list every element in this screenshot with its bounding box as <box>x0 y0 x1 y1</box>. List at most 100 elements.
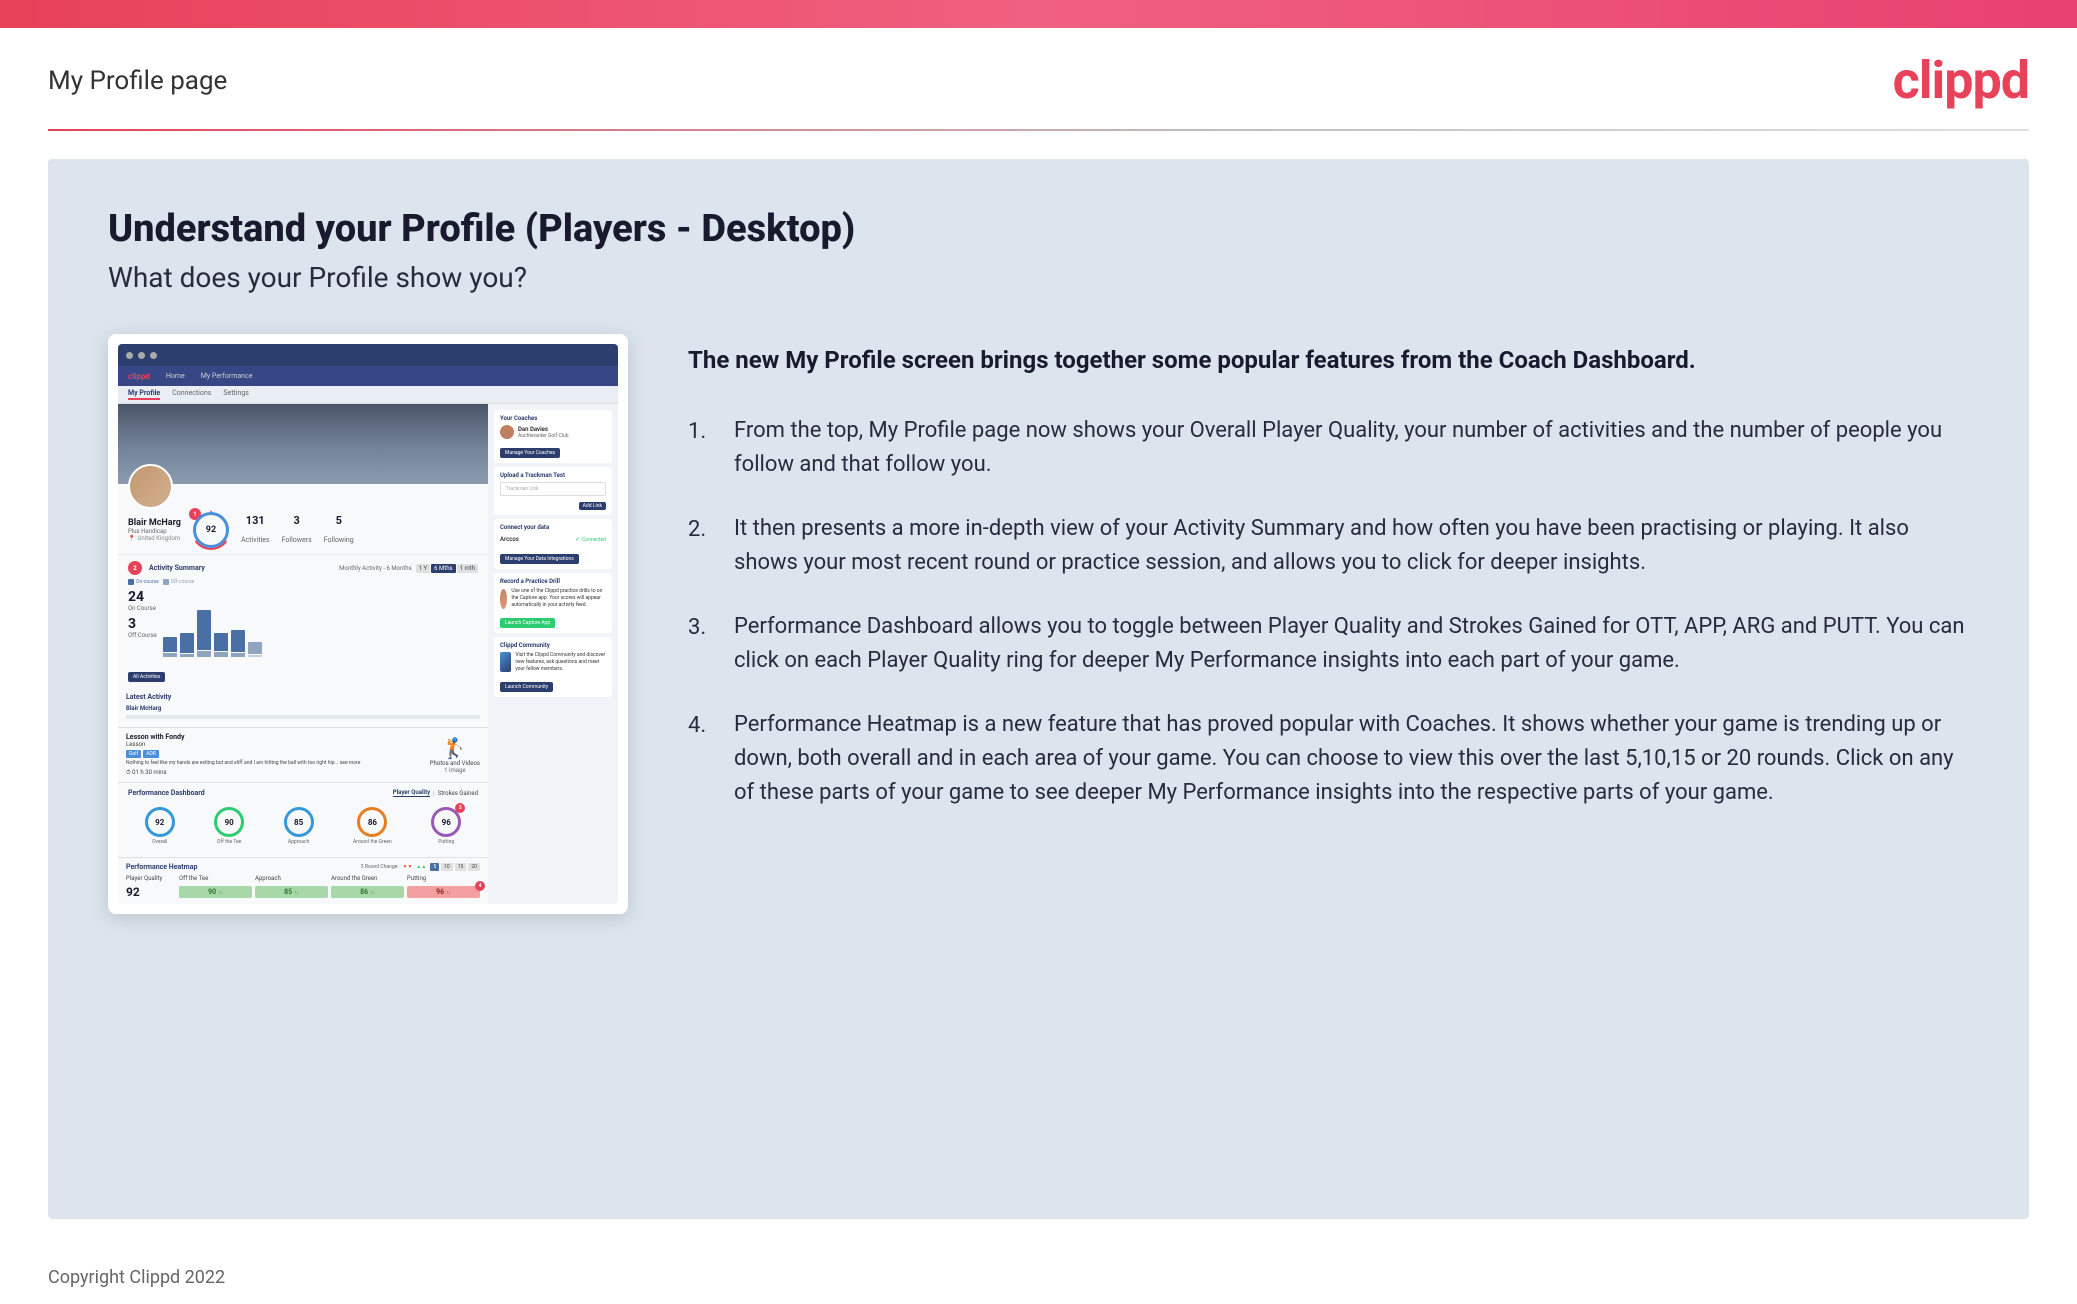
toggle-player-quality[interactable]: Player Quality <box>393 789 430 797</box>
all-activities-btn[interactable]: All Activities <box>128 672 165 682</box>
player-info-row: Blair McHarg Plus Handicap 📍 United King… <box>118 484 488 554</box>
profile-sub-nav: My Profile Connections Settings <box>118 386 618 404</box>
ctrl-15[interactable]: 15 <box>455 863 467 871</box>
lesson-info: Lesson with Fondy Lesson Golf ADR Nothin… <box>126 733 360 777</box>
subnav-my-profile[interactable]: My Profile <box>128 389 160 400</box>
tab-1m[interactable]: 1 mth <box>457 564 478 573</box>
content-grid: clippd Home My Performance My Profile Co… <box>108 334 1969 914</box>
right-content: The new My Profile screen brings togethe… <box>688 334 1969 810</box>
ctrl-10[interactable]: 10 <box>441 863 453 871</box>
hm-putting-cell[interactable]: 96 ↑↓ 4 <box>407 886 480 898</box>
toggle-strokes-gained[interactable]: Strokes Gained <box>438 790 478 797</box>
connect-card: Connect your data Arccos ✓ Connected Man… <box>494 519 612 569</box>
player-details: Blair McHarg Plus Handicap 📍 United King… <box>128 518 181 542</box>
5-round-label: 5 Round Change: <box>361 864 399 870</box>
coach-info: Dan Davies Auchterarder Golf Club <box>500 425 606 439</box>
drill-description: Use one of the Clippd practice drills to… <box>511 588 606 609</box>
ring-approach[interactable]: 85 <box>284 807 314 837</box>
ring-around-green[interactable]: 86 <box>357 807 387 837</box>
browser-dot-1 <box>126 352 133 359</box>
item-num-3: 3. <box>688 610 718 645</box>
badge-3: 3 <box>455 803 465 813</box>
mockup-two-col: Blair McHarg Plus Handicap 📍 United King… <box>118 404 618 904</box>
bar-on-3 <box>197 610 211 650</box>
hm-off-tee-label: Off the Tee <box>179 875 252 882</box>
ctrl-20[interactable]: 20 <box>468 863 480 871</box>
perf-toggle: Player Quality | Strokes Gained <box>393 789 478 797</box>
launch-community-btn[interactable]: Launch Community <box>500 682 553 692</box>
perf-off-tee: 90 Off the Tee <box>214 807 244 845</box>
item-num-1: 1. <box>688 414 718 449</box>
card-subheading: What does your Profile show you? <box>108 261 1969 294</box>
trackman-input[interactable]: Trackman Link <box>500 482 606 496</box>
coach-avatar <box>500 425 514 439</box>
on-course-label: On Course <box>128 605 157 612</box>
monthly-label: Monthly Activity - 6 Months <box>339 565 412 572</box>
mockup-right-panel: Your Coaches Dan Davies Auchterarder Gol… <box>488 404 618 904</box>
header: My Profile page clippd <box>0 28 2077 129</box>
bar-on-5 <box>231 630 245 652</box>
subnav-settings[interactable]: Settings <box>223 389 249 400</box>
perf-dash-header: Performance Dashboard Player Quality | S… <box>128 789 478 797</box>
practice-drill-card: Record a Practice Drill Use one of the C… <box>494 573 612 633</box>
toggle-divider: | <box>433 790 434 797</box>
hm-pq-value: 92 <box>126 885 176 899</box>
tag-golf: Golf <box>126 750 141 758</box>
chart-legend: On-course Off-course <box>128 579 478 585</box>
ring-off-tee[interactable]: 90 <box>214 807 244 837</box>
heatmap-header: Performance Heatmap 5 Round Change: ▼▼ ▲… <box>126 863 480 871</box>
performance-heatmap-section: Performance Heatmap 5 Round Change: ▼▼ ▲… <box>118 857 488 904</box>
subnav-connections[interactable]: Connections <box>172 389 211 400</box>
hm-approach-cell[interactable]: 85 ↑↓ <box>255 886 328 898</box>
add-link-btn[interactable]: Add Link <box>579 502 606 510</box>
bar-group-5 <box>231 630 245 657</box>
intro-text: The new My Profile screen brings togethe… <box>688 344 1969 378</box>
top-bar <box>0 0 2077 28</box>
main-content-card: Understand your Profile (Players - Deskt… <box>48 159 2029 1219</box>
manage-integrations-btn[interactable]: Manage Your Data Integrations <box>500 554 579 564</box>
la-divider <box>126 715 480 719</box>
off-course-label: Off Course <box>128 632 157 639</box>
badge-4: 4 <box>475 881 485 891</box>
community-image <box>500 652 511 672</box>
performance-rings: 92 Overall 90 Off the Tee <box>128 801 478 851</box>
ctrl-5[interactable]: 5 <box>430 863 439 871</box>
hm-player-quality-label: Player Quality <box>126 875 176 882</box>
bar-on-6 <box>248 642 262 654</box>
logo: clippd <box>1893 50 2029 111</box>
coach-club: Auchterarder Golf Club <box>518 433 569 439</box>
bar-off-4 <box>214 652 228 657</box>
copyright: Copyright Clippd 2022 <box>0 1247 2077 1304</box>
drill-avatar <box>500 589 507 609</box>
hm-around-green-cell[interactable]: 86 ↑↓ <box>331 886 404 898</box>
all-activities-btn-row: All Activities <box>128 663 478 682</box>
tab-1y[interactable]: 1 Y <box>416 564 430 573</box>
browser-dot-2 <box>138 352 145 359</box>
ring-approach-label: Approach <box>288 839 309 845</box>
manage-coaches-btn[interactable]: Manage Your Coaches <box>500 448 560 458</box>
ring-overall[interactable]: 92 <box>145 807 175 837</box>
performance-dashboard-section: Performance Dashboard Player Quality | S… <box>118 782 488 857</box>
hero-banner <box>118 404 488 484</box>
tab-6m[interactable]: 6 Mths <box>431 564 455 573</box>
lesson-tags: Golf ADR <box>126 750 360 758</box>
round-controls: 5 10 15 20 <box>430 863 480 871</box>
bar-group-6 <box>248 642 262 657</box>
hm-off-tee-cell[interactable]: 90 ↑↓ <box>179 886 252 898</box>
ring-around-green-label: Around the Green <box>353 839 392 845</box>
quality-ring[interactable]: 92 <box>193 512 229 548</box>
off-course-num: 3 <box>128 616 157 632</box>
hm-around-green-label: Around the Green <box>331 875 404 882</box>
bar-on-2 <box>180 633 194 653</box>
launch-capture-btn[interactable]: Launch Capture App <box>500 618 555 628</box>
tag-adr: ADR <box>143 750 159 758</box>
section-num-2: 2 <box>128 561 142 575</box>
activity-controls: Monthly Activity - 6 Months 1 Y 6 Mths 1… <box>339 564 478 573</box>
coach-name: Dan Davies <box>518 426 569 433</box>
check-icon: ✓ <box>575 536 580 543</box>
heatmap-title-row: Performance Heatmap <box>126 863 197 871</box>
bar-group-2 <box>180 633 194 657</box>
nav-my-performance: My Performance <box>201 372 253 380</box>
lesson-video-count: 1 image <box>430 767 480 774</box>
bar-chart <box>163 589 478 659</box>
